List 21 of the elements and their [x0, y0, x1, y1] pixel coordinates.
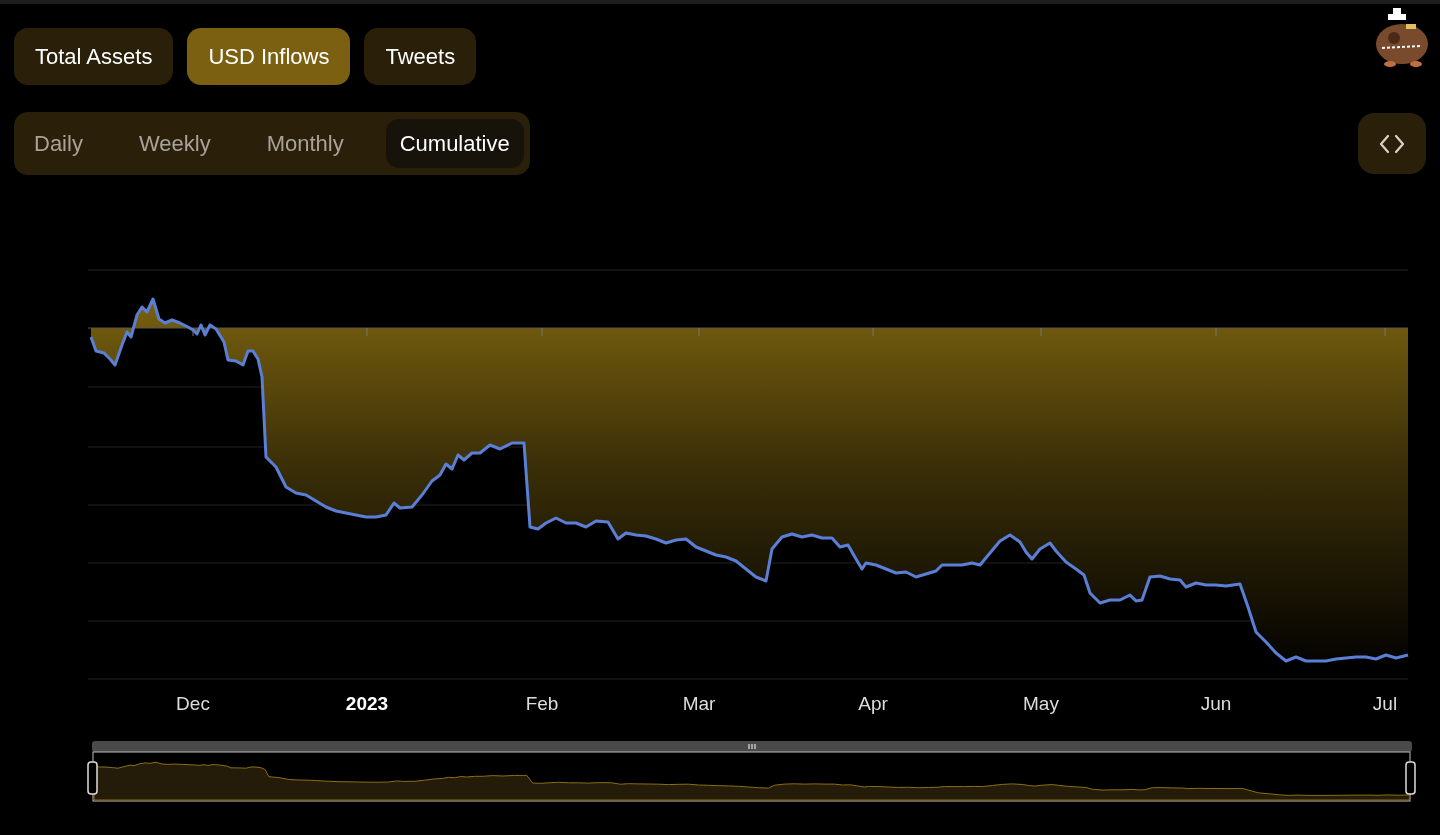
- period-tab[interactable]: Daily: [20, 119, 97, 168]
- code-icon: [1379, 133, 1405, 154]
- period-tab[interactable]: Cumulative: [385, 119, 524, 168]
- period-tab[interactable]: Monthly: [252, 119, 358, 168]
- grip-icon: [748, 743, 756, 750]
- period-tab[interactable]: Weekly: [124, 119, 225, 168]
- x-axis-label: Feb: [525, 693, 559, 714]
- chart-tab[interactable]: USD Inflows: [187, 28, 351, 85]
- x-axis-label: Mar: [682, 693, 716, 714]
- x-axis-label: Jun: [1200, 693, 1232, 714]
- x-axis-label: Apr: [858, 693, 888, 714]
- range-slider-bar[interactable]: [92, 741, 1412, 752]
- chart-tab[interactable]: Total Assets: [14, 28, 174, 85]
- range-handle[interactable]: [1405, 761, 1416, 795]
- range-handle[interactable]: [87, 761, 98, 795]
- x-axis-label: Jul: [1372, 693, 1398, 714]
- chart-tab[interactable]: Tweets: [364, 28, 477, 85]
- x-axis-label: 2023: [345, 693, 389, 714]
- x-axis-label: May: [1023, 693, 1059, 714]
- x-axis-label: Dec: [176, 693, 210, 714]
- embed-code-button[interactable]: [1358, 113, 1426, 174]
